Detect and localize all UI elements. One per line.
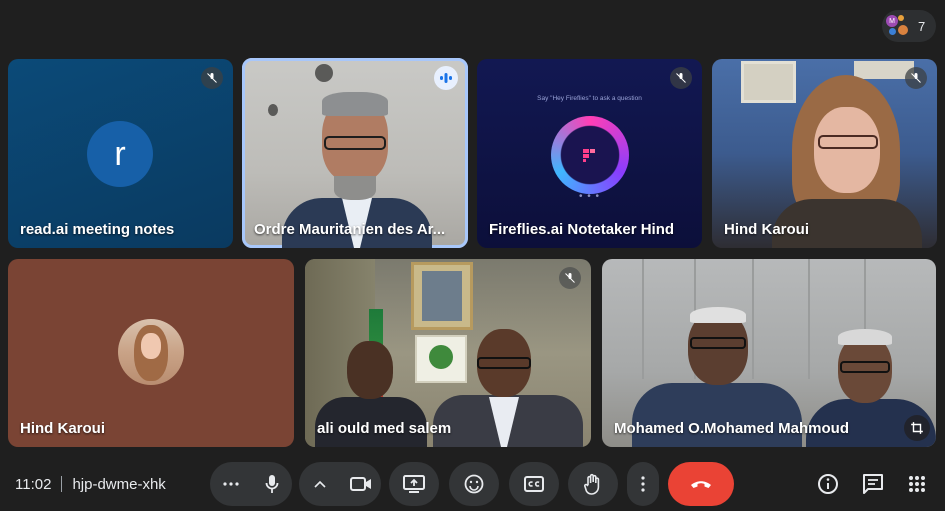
hangup-icon	[691, 481, 711, 488]
activities-icon[interactable]	[903, 470, 931, 498]
present-button[interactable]	[389, 462, 439, 506]
mic-control-group[interactable]	[210, 462, 292, 506]
portrait-frame	[411, 262, 473, 330]
portrait	[422, 271, 462, 321]
mini-avatar: M	[886, 15, 898, 27]
clock-time: 11:02	[15, 476, 52, 493]
mic-off-icon	[201, 67, 223, 89]
mini-avatar	[889, 28, 896, 35]
participant-name: Hind Karoui	[724, 221, 809, 238]
wall-decoration	[315, 64, 333, 82]
present-icon	[403, 475, 425, 493]
meeting-code: hjp-dwme-xhk	[72, 476, 166, 493]
more-options-icon[interactable]	[210, 462, 251, 506]
wall-decoration	[268, 104, 278, 116]
mic-off-icon	[559, 267, 581, 289]
participant-name: Mohamed O.Mohamed Mahmoud	[614, 420, 850, 437]
more-options-button[interactable]	[627, 462, 659, 506]
camera-control-group[interactable]	[299, 462, 381, 506]
person-beard	[334, 176, 376, 200]
participant-avatars: M	[886, 13, 912, 39]
captions-button[interactable]	[509, 462, 559, 506]
mini-avatar	[898, 15, 904, 21]
emblem	[429, 345, 453, 369]
blind-slat	[642, 259, 644, 379]
raise-hand-button[interactable]	[568, 462, 618, 506]
wall-frame	[741, 61, 796, 103]
person-glasses	[324, 136, 386, 150]
person-glasses	[690, 337, 746, 349]
blind-slat	[808, 259, 810, 379]
participant-name: Fireflies.ai Notetaker Hind	[489, 221, 675, 238]
reactions-button[interactable]	[449, 462, 499, 506]
mic-off-icon	[905, 67, 927, 89]
emoji-icon	[464, 474, 484, 494]
participant-tile-mohamed[interactable]: Mohamed O.Mohamed Mahmoud	[602, 259, 936, 447]
person-hair	[838, 329, 892, 345]
fireflies-hint: Say "Hey Fireflies" to ask a question	[537, 95, 642, 102]
blind-slat	[752, 259, 754, 379]
person-glasses	[477, 357, 531, 369]
participant-name: Ordre Mauritanien des Ar...	[254, 221, 446, 238]
participant-name: Hind Karoui	[20, 420, 105, 437]
emblem-frame	[415, 335, 467, 383]
person-glasses	[840, 361, 890, 373]
chevron-up-icon[interactable]	[299, 462, 340, 506]
meeting-info: 11:02 hjp-dwme-xhk	[15, 476, 166, 493]
chat-icon[interactable]	[859, 470, 887, 498]
camera-icon[interactable]	[340, 462, 381, 506]
mic-off-icon	[670, 67, 692, 89]
participant-tile-ordre-mauritanien[interactable]: Ordre Mauritanien des Ar...	[242, 58, 468, 248]
mic-icon[interactable]	[251, 462, 292, 506]
loading-dots: • • •	[578, 191, 601, 202]
person-hair	[322, 92, 388, 116]
participant-tile-ali-ould-med-salem[interactable]: ali ould med salem	[305, 259, 591, 447]
divider	[61, 476, 63, 492]
participants-chip[interactable]: M 7	[882, 10, 936, 42]
avatar	[118, 319, 184, 385]
person-hair	[690, 307, 746, 323]
raise-hand-icon	[584, 473, 600, 495]
participant-tile-fireflies[interactable]: Say "Hey Fireflies" to ask a question • …	[477, 59, 702, 248]
participant-name: ali ould med salem	[317, 420, 452, 437]
person-face	[814, 107, 880, 193]
participant-count: 7	[918, 18, 926, 34]
avatar-face	[141, 333, 161, 359]
captions-icon	[524, 476, 544, 492]
speaking-icon	[434, 66, 458, 90]
leave-call-button[interactable]	[668, 462, 734, 506]
fireflies-logo-icon	[581, 147, 597, 163]
participant-name: read.ai meeting notes	[20, 221, 175, 238]
crop-icon[interactable]	[904, 415, 930, 441]
participant-tile-read-ai[interactable]: r read.ai meeting notes	[8, 59, 233, 248]
mini-avatar	[898, 25, 908, 35]
person-face	[347, 341, 393, 399]
participant-tile-hind-karoui-avatar[interactable]: Hind Karoui	[8, 259, 294, 447]
avatar: r	[87, 121, 153, 187]
person-glasses	[818, 135, 878, 149]
person-body	[632, 383, 802, 447]
info-icon[interactable]	[814, 470, 842, 498]
more-vert-icon	[641, 476, 645, 492]
participant-tile-hind-karoui-video[interactable]: Hind Karoui	[712, 59, 937, 248]
